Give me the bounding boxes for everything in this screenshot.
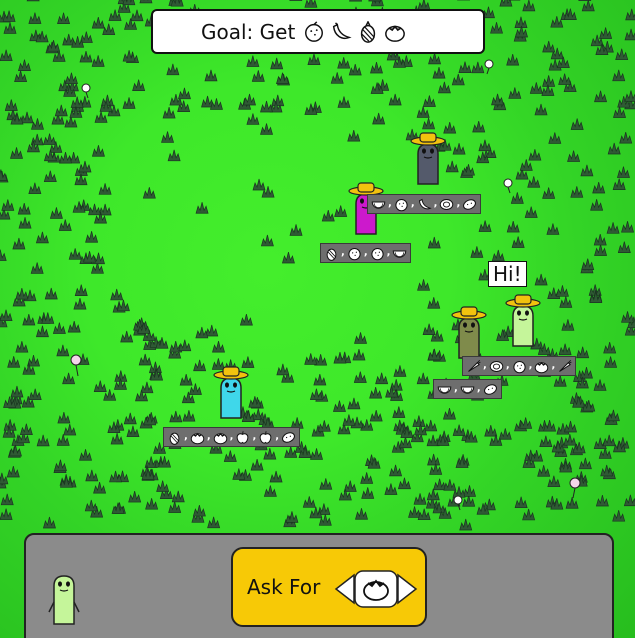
tomato-icon	[213, 432, 227, 444]
banana-icon	[418, 198, 432, 209]
separator: ,	[454, 383, 458, 394]
separator: ,	[551, 360, 556, 371]
grey-character[interactable]	[410, 132, 446, 188]
orange-icon	[395, 198, 408, 211]
pale-green-inventory: ,,,,	[462, 356, 577, 376]
banana-icon	[333, 21, 352, 39]
separator: ,	[410, 198, 415, 209]
separator: ,	[275, 431, 280, 442]
flower-icon	[453, 495, 463, 511]
left-arrow-icon[interactable]	[334, 573, 355, 605]
olive-character[interactable]	[451, 306, 487, 362]
watermelon-icon	[460, 386, 475, 394]
separator: ,	[528, 360, 533, 371]
flower-icon	[569, 477, 581, 499]
tomato-icon	[363, 579, 389, 601]
separator: ,	[476, 383, 481, 394]
watermelon-icon	[437, 386, 452, 394]
separator: ,	[341, 247, 345, 258]
watermelon-icon	[371, 201, 386, 209]
separator: ,	[363, 247, 368, 258]
tomato-icon	[385, 24, 406, 42]
potato-icon	[282, 431, 296, 443]
flower-icon	[503, 178, 513, 194]
carrot-icon	[468, 359, 481, 372]
cyan-character[interactable]	[213, 366, 249, 422]
goal-label: Goal: Get	[201, 19, 296, 44]
orange-icon	[348, 247, 361, 260]
pineapple-icon	[169, 432, 180, 445]
ask-for-button[interactable]: Ask For	[231, 547, 427, 627]
cyan-inventory: ,,,,,	[163, 427, 301, 447]
separator: ,	[386, 247, 391, 258]
right-arrow-icon[interactable]	[397, 573, 418, 605]
item-selector[interactable]	[333, 569, 419, 609]
separator: ,	[433, 198, 438, 209]
player-avatar	[48, 575, 80, 625]
separator: ,	[456, 198, 461, 209]
pineapple-icon	[326, 248, 337, 261]
speech-bubble: Hi!	[488, 261, 527, 287]
pale-green-character[interactable]	[505, 294, 541, 350]
separator: ,	[252, 431, 257, 442]
separator: ,	[505, 360, 510, 371]
potato-icon	[483, 383, 497, 395]
orange-icon	[371, 247, 384, 260]
carrot-icon	[559, 359, 572, 372]
olive-inventory: ,,	[433, 379, 502, 399]
tomato-icon	[535, 361, 549, 373]
pineapple-icon	[361, 20, 376, 43]
coconut-icon	[440, 198, 454, 210]
potato-icon	[463, 198, 477, 210]
separator: ,	[184, 431, 188, 442]
goal-items	[303, 20, 406, 43]
ask-for-label: Ask For	[247, 575, 321, 599]
separator: ,	[206, 431, 211, 442]
flower-icon	[70, 354, 82, 377]
separator: ,	[388, 198, 392, 209]
goal-banner: Goal: Get	[151, 9, 485, 54]
magenta-inventory: ,,,	[320, 243, 412, 263]
apple-icon	[259, 430, 272, 444]
flower-icon	[484, 59, 494, 75]
orange-icon	[513, 360, 526, 373]
flower-icon	[81, 83, 91, 99]
grey-inventory: ,,,,	[367, 194, 482, 214]
separator: ,	[483, 360, 487, 371]
orange-icon	[305, 20, 324, 42]
game-field: Goal: Get Hi! , , , , , , , , , , , , , …	[0, 0, 635, 638]
apple-icon	[237, 430, 249, 444]
separator: ,	[229, 431, 234, 442]
watermelon-icon	[393, 250, 407, 258]
coconut-icon	[489, 360, 504, 372]
tomato-icon	[190, 432, 205, 444]
